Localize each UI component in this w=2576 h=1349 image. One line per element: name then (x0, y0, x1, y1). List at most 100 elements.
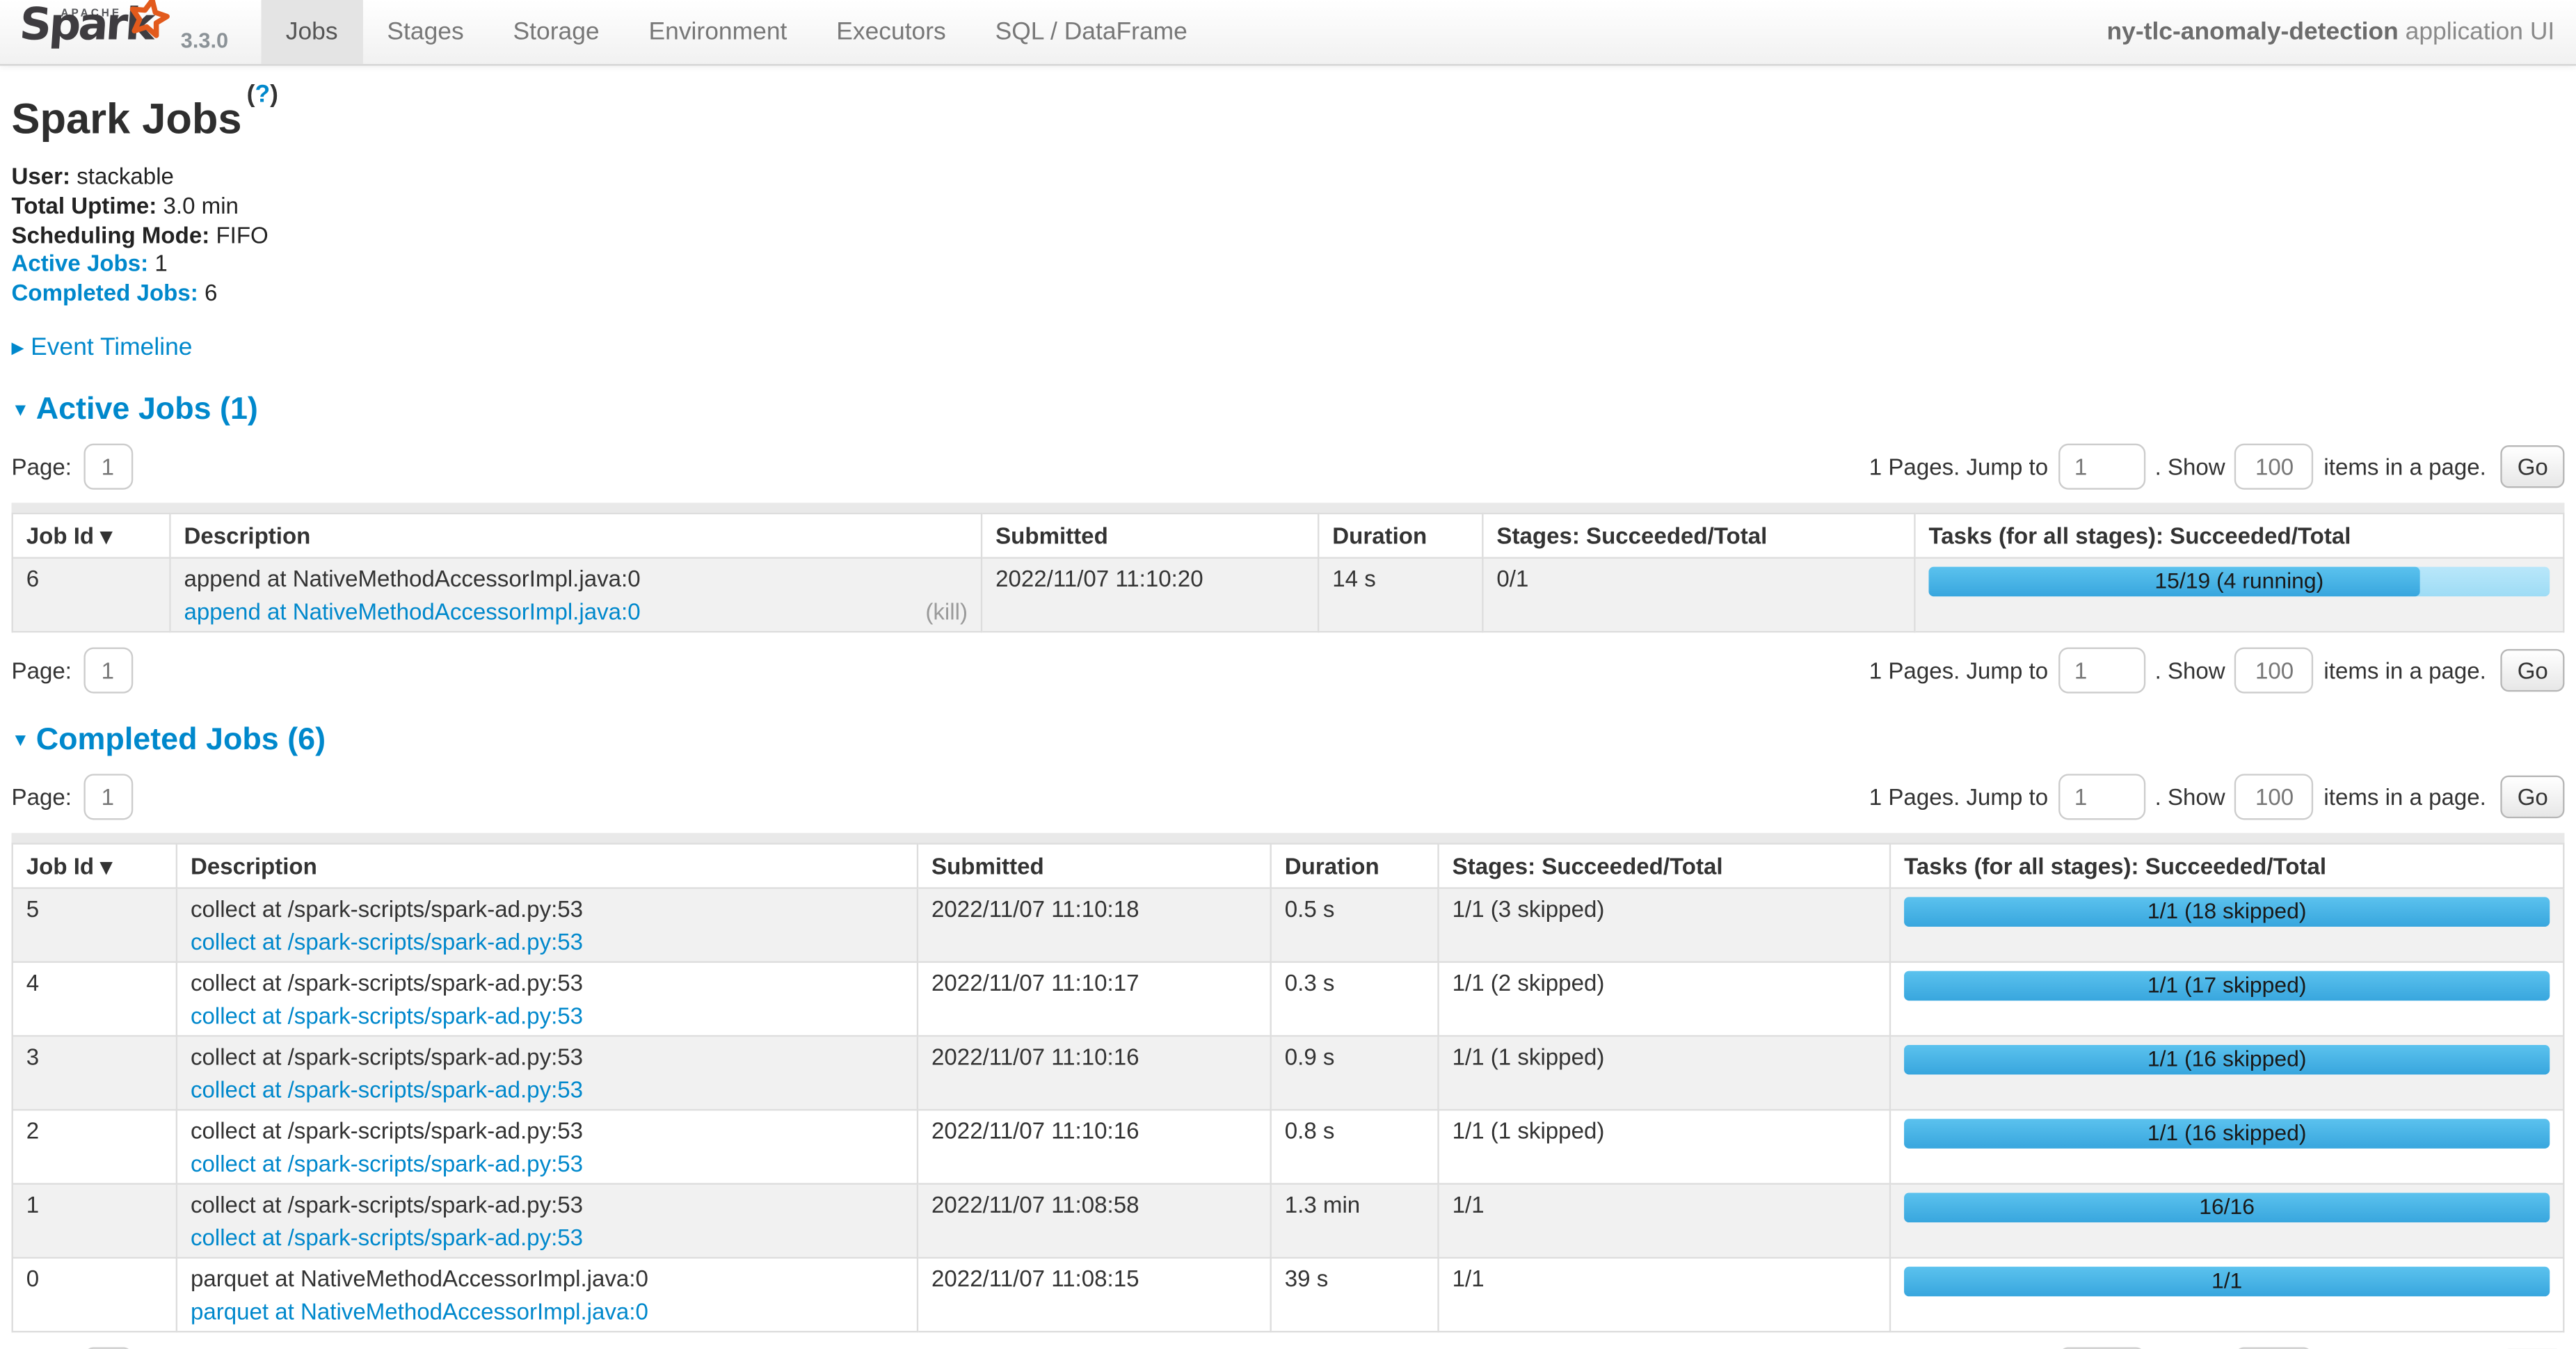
col-submitted[interactable]: Submitted (982, 513, 1318, 558)
active-jobs-section-header[interactable]: ▼Active Jobs (1) (12, 392, 2565, 429)
completed-jobs-title: Completed Jobs (6) (36, 723, 326, 758)
job-detail-link[interactable]: append at NativeMethodAccessorImpl.java:… (184, 598, 640, 625)
jump-to-input[interactable] (2058, 647, 2145, 693)
completed-jobs-section-header[interactable]: ▼ Completed Jobs (6) (12, 723, 2565, 759)
page-label: Page: (12, 783, 72, 810)
job-detail-link[interactable]: collect at /spark-scripts/spark-ad.py:53 (191, 928, 583, 955)
table-scrollbar[interactable] (12, 833, 2565, 843)
completed-jobs-link[interactable]: Completed Jobs: (12, 280, 198, 306)
tab-executors[interactable]: Executors (812, 0, 970, 64)
task-progress-bar: 1/1 (18 skipped) (1904, 897, 2550, 927)
duration-cell: 39 s (1271, 1258, 1439, 1332)
pages-summary: 1 Pages. Jump to (1869, 454, 2048, 480)
spark-brand: APACHE Spark 3.3.0 (0, 0, 238, 64)
job-id-cell: 3 (13, 1036, 177, 1110)
submitted-cell: 2022/11/07 11:10:16 (918, 1036, 1271, 1110)
job-callsite-text: collect at /spark-scripts/spark-ad.py:53 (191, 1191, 904, 1218)
items-label: items in a page. (2323, 454, 2486, 480)
kill-link[interactable]: (kill) (925, 598, 968, 625)
go-button[interactable]: Go (2501, 649, 2564, 692)
col-stages[interactable]: Stages: Succeeded/Total (1439, 844, 1890, 888)
show-items-input[interactable] (2235, 774, 2314, 820)
col-submitted[interactable]: Submitted (918, 844, 1271, 888)
col-description[interactable]: Description (170, 513, 982, 558)
job-row: 2collect at /spark-scripts/spark-ad.py:5… (13, 1110, 2564, 1183)
job-description-line2: append at NativeMethodAccessorImpl.java:… (184, 598, 967, 625)
jump-to-input[interactable] (2058, 444, 2145, 490)
summary-info-list: User: stackable Total Uptime: 3.0 min Sc… (12, 163, 2565, 309)
job-row: 4collect at /spark-scripts/spark-ad.py:5… (13, 962, 2564, 1036)
page-number-input[interactable] (83, 774, 132, 820)
show-label: . Show (2155, 783, 2225, 810)
job-description-cell: collect at /spark-scripts/spark-ad.py:53… (177, 962, 918, 1036)
col-description[interactable]: Description (177, 844, 918, 888)
info-value: FIFO (216, 221, 268, 248)
col-tasks[interactable]: Tasks (for all stages): Succeeded/Total (1914, 513, 2563, 558)
page-number-input[interactable] (83, 444, 132, 490)
completed-jobs-table: Job Id ▾ Description Submitted Duration … (12, 843, 2565, 1332)
tab-environment[interactable]: Environment (624, 0, 812, 64)
page-title: Spark Jobs(?) (12, 94, 2565, 145)
job-row: 6append at NativeMethodAccessorImpl.java… (13, 558, 2564, 632)
items-label: items in a page. (2323, 657, 2486, 684)
job-callsite-text: append at NativeMethodAccessorImpl.java:… (184, 565, 967, 591)
nav-tabs: Jobs Stages Storage Environment Executor… (261, 0, 1212, 64)
active-jobs-link[interactable]: Active Jobs: (12, 250, 149, 277)
submitted-cell: 2022/11/07 11:10:17 (918, 962, 1271, 1036)
tasks-cell: 1/1 (16 skipped) (1890, 1110, 2563, 1183)
info-user: User: stackable (12, 163, 2565, 192)
jump-to-input[interactable] (2058, 774, 2145, 820)
job-description-cell: append at NativeMethodAccessorImpl.java:… (170, 558, 982, 632)
col-tasks[interactable]: Tasks (for all stages): Succeeded/Total (1890, 844, 2563, 888)
job-description-cell: collect at /spark-scripts/spark-ad.py:53… (177, 888, 918, 961)
job-detail-link[interactable]: collect at /spark-scripts/spark-ad.py:53 (191, 1003, 583, 1029)
job-id-cell: 2 (13, 1110, 177, 1183)
job-description-line2: collect at /spark-scripts/spark-ad.py:53 (191, 928, 904, 955)
show-items-input[interactable] (2235, 647, 2314, 693)
duration-cell: 1.3 min (1271, 1183, 1439, 1257)
task-progress-bar: 16/16 (1904, 1192, 2550, 1222)
job-detail-link[interactable]: collect at /spark-scripts/spark-ad.py:53 (191, 1076, 583, 1103)
help-tooltip-icon[interactable]: (?) (247, 81, 278, 109)
stages-cell: 1/1 (1 skipped) (1439, 1036, 1890, 1110)
event-timeline-toggle[interactable]: ▶Event Timeline (12, 333, 2565, 361)
col-stages[interactable]: Stages: Succeeded/Total (1482, 513, 1914, 558)
job-detail-link[interactable]: collect at /spark-scripts/spark-ad.py:53 (191, 1150, 583, 1176)
col-job-id[interactable]: Job Id ▾ (13, 844, 177, 888)
task-progress-label: 1/1 (17 skipped) (1904, 971, 2550, 1001)
job-description-cell: collect at /spark-scripts/spark-ad.py:53… (177, 1036, 918, 1110)
collapsed-arrow-icon: ▶ (12, 340, 24, 358)
items-label: items in a page. (2323, 783, 2486, 810)
go-button[interactable]: Go (2501, 445, 2564, 488)
col-duration[interactable]: Duration (1318, 513, 1482, 558)
info-scheduling-mode: Scheduling Mode: FIFO (12, 221, 2565, 250)
tasks-cell: 1/1 (1890, 1258, 2563, 1332)
page-number-input[interactable] (83, 647, 132, 693)
job-id-cell: 1 (13, 1183, 177, 1257)
job-row: 5collect at /spark-scripts/spark-ad.py:5… (13, 888, 2564, 961)
tab-sql-dataframe[interactable]: SQL / DataFrame (970, 0, 1212, 64)
col-duration[interactable]: Duration (1271, 844, 1439, 888)
col-job-id[interactable]: Job Id ▾ (13, 513, 170, 558)
job-description-cell: collect at /spark-scripts/spark-ad.py:53… (177, 1183, 918, 1257)
table-scrollbar[interactable] (12, 503, 2565, 513)
job-description-cell: collect at /spark-scripts/spark-ad.py:53… (177, 1110, 918, 1183)
tab-storage[interactable]: Storage (488, 0, 624, 64)
go-button[interactable]: Go (2501, 776, 2564, 818)
expanded-arrow-icon: ▼ (12, 731, 30, 751)
job-row: 0parquet at NativeMethodAccessorImpl.jav… (13, 1258, 2564, 1332)
job-detail-link[interactable]: parquet at NativeMethodAccessorImpl.java… (191, 1298, 648, 1325)
task-progress-label: 1/1 (1904, 1267, 2550, 1297)
tab-stages[interactable]: Stages (362, 0, 488, 64)
tasks-cell: 1/1 (17 skipped) (1890, 962, 2563, 1036)
info-uptime: Total Uptime: 3.0 min (12, 192, 2565, 221)
tab-jobs[interactable]: Jobs (261, 0, 362, 64)
tasks-cell: 1/1 (18 skipped) (1890, 888, 2563, 961)
application-name: ny-tlc-anomaly-detection application UI (2107, 0, 2576, 64)
job-detail-link[interactable]: collect at /spark-scripts/spark-ad.py:53 (191, 1224, 583, 1250)
task-progress-bar: 1/1 (17 skipped) (1904, 971, 2550, 1001)
spark-star-icon (122, 0, 175, 56)
stages-cell: 1/1 (1 skipped) (1439, 1110, 1890, 1183)
active-jobs-title: Active Jobs (1) (36, 392, 258, 427)
show-items-input[interactable] (2235, 444, 2314, 490)
